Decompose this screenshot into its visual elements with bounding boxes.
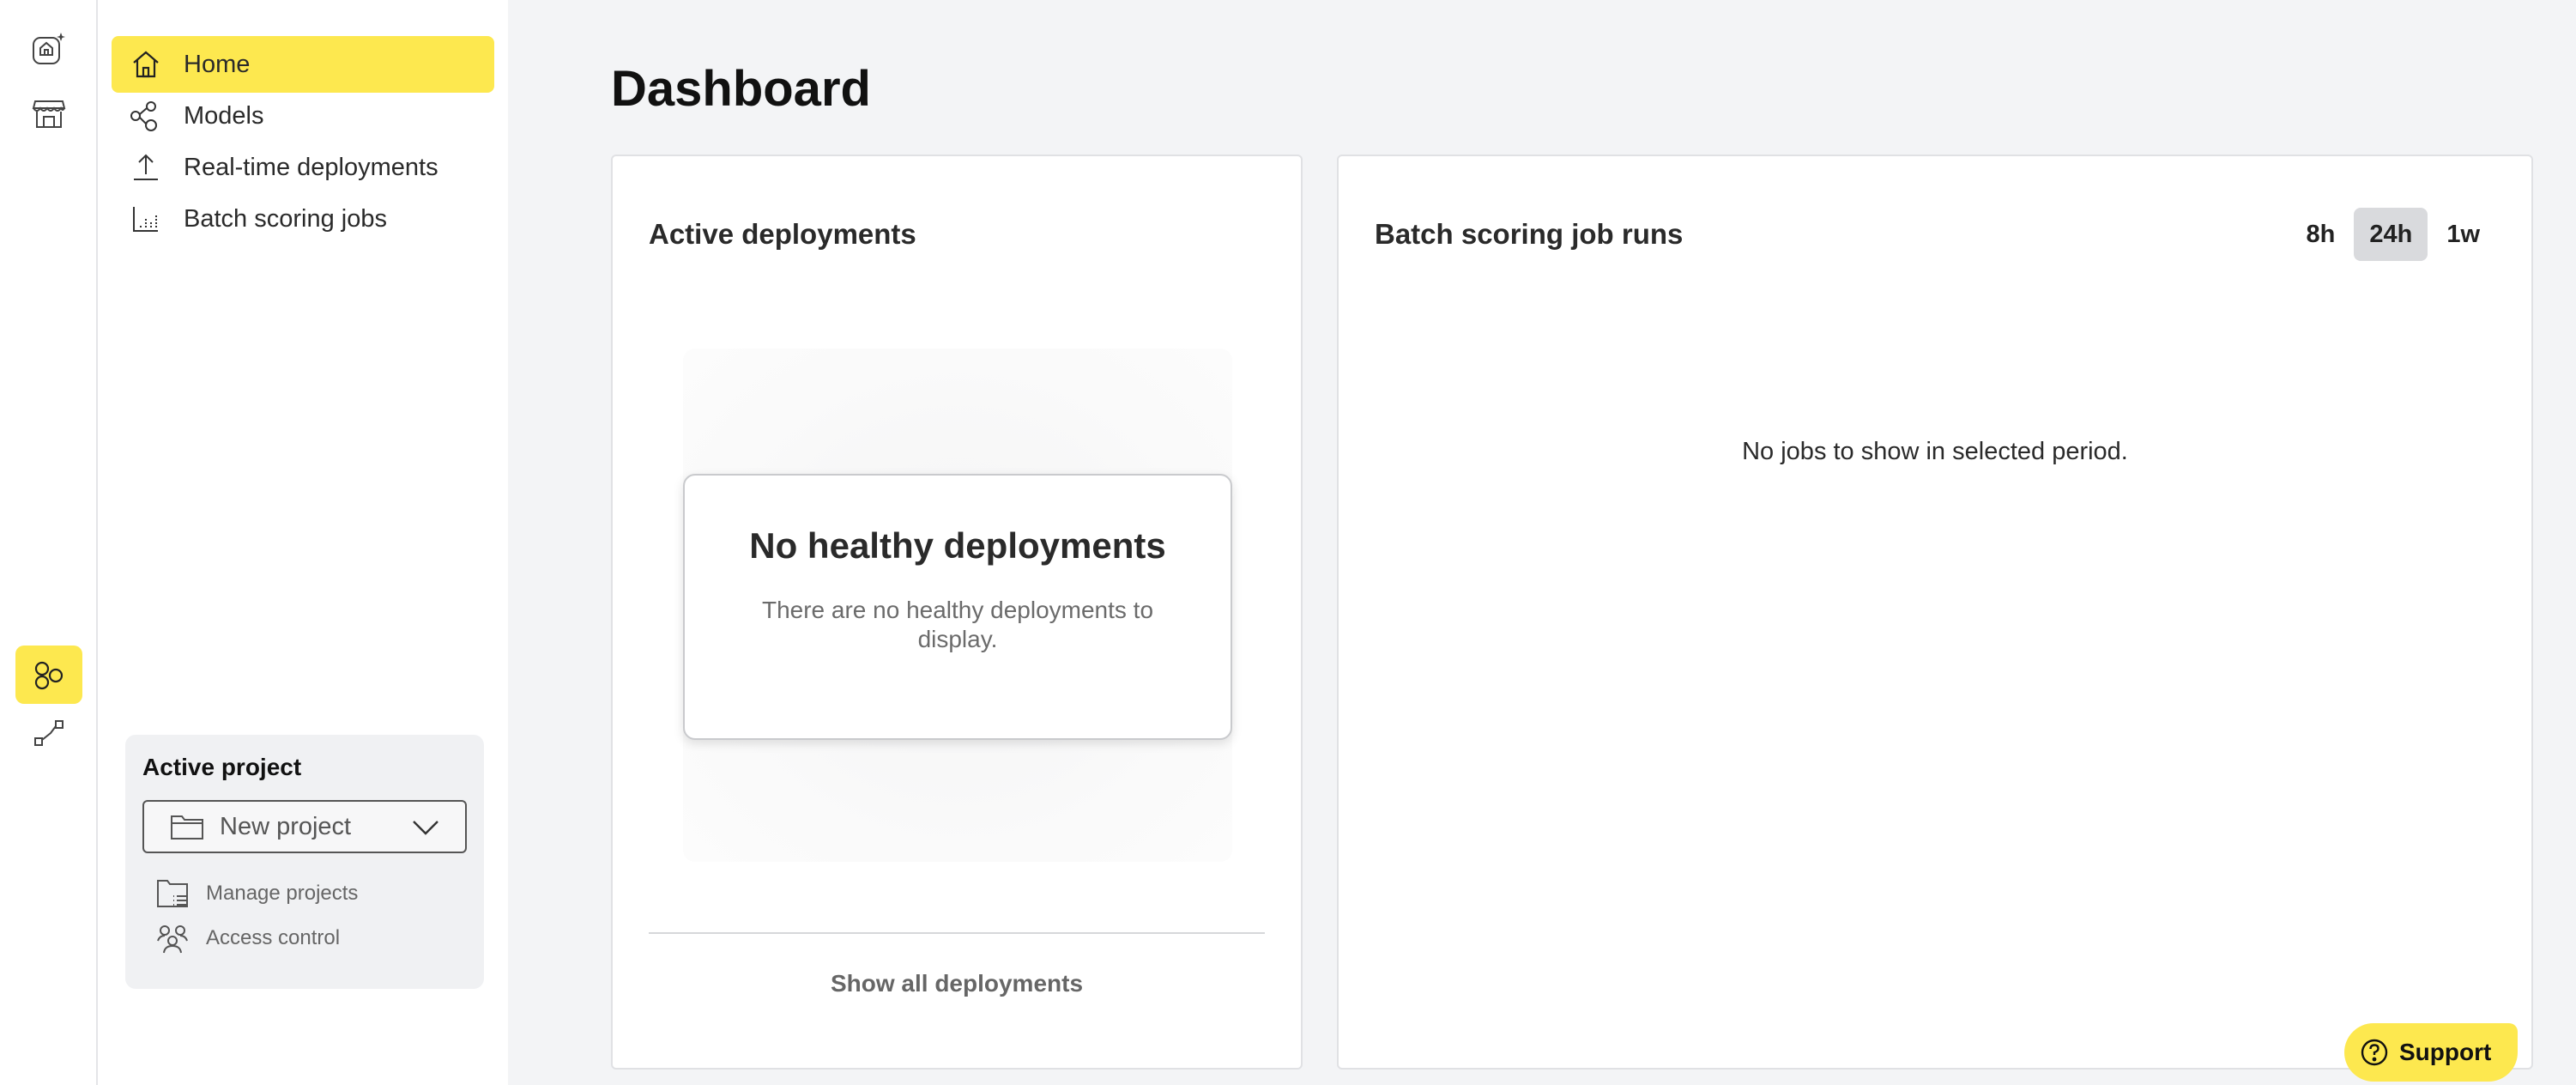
- period-1w-button[interactable]: 1w: [2431, 208, 2495, 261]
- batch-chart-icon: [133, 207, 158, 232]
- period-24h-button[interactable]: 24h: [2354, 208, 2428, 261]
- folder-icon: [171, 815, 203, 840]
- rail-store-button[interactable]: [15, 82, 82, 141]
- manage-projects-link[interactable]: Manage projects: [156, 877, 358, 910]
- sidebar-item-real-time-deployments[interactable]: Real-time deployments: [112, 139, 494, 196]
- page-title: Dashboard: [611, 61, 871, 117]
- home-icon: [133, 51, 159, 78]
- rail-pipeline-button[interactable]: [15, 704, 82, 762]
- sidebar: Home Models Real-time deployments Batch …: [98, 0, 508, 1085]
- batch-scoring-runs-card: Batch scoring job runs 8h 24h 1w No jobs…: [1337, 155, 2533, 1070]
- manage-projects-label: Manage projects: [206, 882, 359, 905]
- support-label: Support: [2399, 1039, 2492, 1065]
- access-control-label: Access control: [206, 926, 341, 949]
- sidebar-item-label: Real-time deployments: [184, 153, 438, 181]
- rail-ai-home-button[interactable]: [15, 19, 82, 77]
- project-select-value: New project: [220, 812, 352, 840]
- project-select[interactable]: New project: [142, 800, 467, 853]
- empty-state-card: No healthy deployments There are no heal…: [683, 474, 1232, 740]
- sidebar-item-label: Models: [184, 101, 264, 130]
- active-project-panel: Active project New project Manage projec…: [125, 735, 484, 989]
- pipeline-icon: [34, 720, 63, 746]
- period-8h-button[interactable]: 8h: [2290, 208, 2350, 261]
- models-hub-icon: [34, 661, 63, 690]
- active-deployments-title: Active deployments: [649, 218, 916, 250]
- no-jobs-message: No jobs to show in selected period.: [1742, 438, 2128, 465]
- active-project-title: Active project: [142, 754, 302, 780]
- help-circle-icon: [2361, 1039, 2388, 1066]
- app-rail: [0, 0, 98, 1085]
- empty-state-message: There are no healthy deployments to disp…: [761, 597, 1154, 652]
- ai-home-icon: [33, 33, 65, 64]
- show-all-deployments-link[interactable]: Show all deployments: [613, 970, 1301, 997]
- card-divider: [649, 932, 1265, 934]
- sidebar-item-models[interactable]: Models: [112, 88, 494, 144]
- rail-models-hub-button[interactable]: [15, 646, 82, 704]
- support-button[interactable]: Support: [2344, 1023, 2518, 1082]
- batch-scoring-runs-title: Batch scoring job runs: [1375, 218, 1684, 250]
- sidebar-item-label: Home: [184, 50, 251, 78]
- active-deployments-card: Active deployments No healthy deployment…: [611, 155, 1303, 1070]
- upload-icon: [134, 154, 158, 180]
- sidebar-item-batch-scoring-jobs[interactable]: Batch scoring jobs: [112, 191, 494, 247]
- users-icon: [157, 925, 188, 954]
- store-icon: [32, 100, 66, 128]
- empty-state-title: No healthy deployments: [749, 525, 1166, 566]
- chevron-down-icon: [413, 821, 438, 835]
- access-control-link[interactable]: Access control: [156, 922, 340, 955]
- folder-list-icon: [157, 880, 188, 907]
- period-selector: 8h 24h 1w: [2287, 208, 2495, 261]
- sidebar-item-home[interactable]: Home: [112, 36, 494, 93]
- models-icon: [130, 101, 157, 131]
- sidebar-item-label: Batch scoring jobs: [184, 204, 387, 233]
